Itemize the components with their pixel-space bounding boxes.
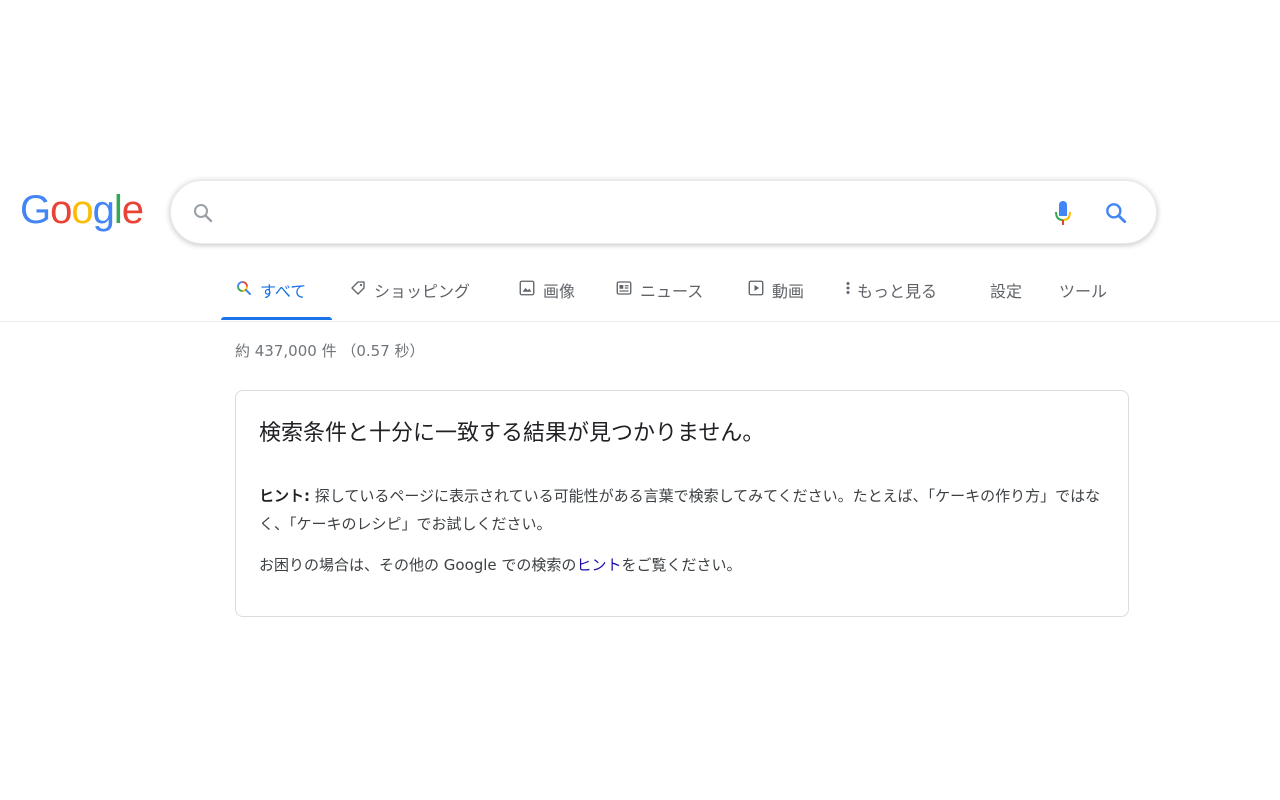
image-icon xyxy=(519,280,535,296)
google-logo[interactable]: Google xyxy=(20,188,144,232)
logo-letter: G xyxy=(20,188,51,232)
no-results-card: 検索条件と十分に一致する結果が見つかりません。 ヒント: 探しているページに表示… xyxy=(235,390,1129,617)
search-icon[interactable] xyxy=(1103,200,1129,226)
search-input[interactable] xyxy=(231,195,1071,231)
news-icon xyxy=(616,281,632,295)
hint-paragraph: ヒント: 探しているページに表示されている可能性がある言葉で検索してみてください… xyxy=(259,482,1109,538)
result-stats: 約 437,000 件 （0.57 秒） xyxy=(235,342,425,360)
active-tab-indicator xyxy=(221,317,332,320)
logo-letter: o xyxy=(71,188,93,232)
tab-tools[interactable]: ツール xyxy=(1059,270,1107,321)
logo-letter: o xyxy=(50,188,72,232)
tab-label: すべて xyxy=(260,282,307,301)
tab-more[interactable]: もっと見る xyxy=(843,270,937,321)
tag-icon xyxy=(351,281,365,295)
tab-videos[interactable]: 動画 xyxy=(747,270,804,321)
help-paragraph: お困りの場合は、その他の Google での検索のヒントをご覧ください。 xyxy=(259,553,741,577)
help-prefix: お困りの場合は、その他の Google での検索の xyxy=(259,556,577,574)
tab-label: ニュース xyxy=(640,282,704,301)
more-vert-icon xyxy=(846,282,850,294)
tab-label: ショッピング xyxy=(374,282,471,301)
logo-letter: l xyxy=(113,188,123,232)
search-icon xyxy=(237,281,251,295)
tab-label: 設定 xyxy=(990,282,1023,301)
tab-label: もっと見る xyxy=(857,282,938,301)
tab-settings[interactable]: 設定 xyxy=(990,270,1022,321)
no-results-title: 検索条件と十分に一致する結果が見つかりません。 xyxy=(259,421,765,446)
tab-label: 動画 xyxy=(772,282,805,301)
tabs-divider xyxy=(0,321,1280,322)
help-suffix: をご覧ください。 xyxy=(621,556,742,574)
search-icon xyxy=(194,204,213,223)
tab-images[interactable]: 画像 xyxy=(518,270,575,321)
tab-label: ツール xyxy=(1059,282,1108,301)
hint-link[interactable]: ヒント xyxy=(576,556,621,574)
hint-text: 探しているページに表示されている可能性がある言葉で検索してみてください。たとえば… xyxy=(259,487,1101,533)
logo-letter: g xyxy=(92,188,115,232)
logo-letter: e xyxy=(121,188,144,232)
tab-all[interactable]: すべて xyxy=(235,270,306,321)
search-box[interactable] xyxy=(170,180,1157,244)
microphone-icon[interactable] xyxy=(1051,199,1075,227)
tab-news[interactable]: ニュース xyxy=(615,270,703,321)
tab-label: 画像 xyxy=(543,282,576,301)
tab-shopping[interactable]: ショッピング xyxy=(349,270,470,321)
play-icon xyxy=(748,280,764,296)
hint-label: ヒント: xyxy=(259,487,310,505)
